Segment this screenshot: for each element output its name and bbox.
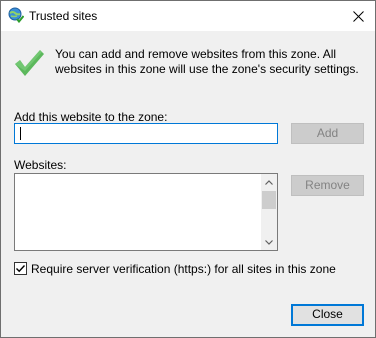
text-caret [20, 127, 21, 140]
info-text: You can add and remove websites from thi… [55, 47, 359, 76]
scroll-down-icon[interactable] [261, 234, 277, 250]
scroll-thumb[interactable] [262, 191, 276, 209]
https-verification-label[interactable]: Require server verification (https:) for… [31, 262, 336, 276]
remove-button[interactable]: Remove [291, 175, 364, 196]
green-checkmark-icon [13, 47, 45, 79]
scroll-up-icon[interactable] [261, 174, 277, 190]
websites-list[interactable] [14, 173, 278, 251]
https-verification-checkbox[interactable] [14, 262, 27, 275]
add-site-label: Add this website to the zone: [14, 110, 168, 124]
close-button[interactable]: Close [291, 304, 364, 326]
websites-scrollbar[interactable] [261, 174, 277, 250]
globe-check-icon [8, 7, 25, 24]
add-button[interactable]: Add [291, 123, 364, 144]
website-input[interactable] [14, 123, 278, 144]
checkmark-icon [16, 265, 26, 273]
trusted-sites-dialog: Trusted sites You can add and remove web… [0, 0, 376, 338]
close-icon[interactable] [341, 1, 375, 31]
websites-label: Websites: [14, 158, 67, 172]
window-title: Trusted sites [29, 9, 98, 23]
title-bar: Trusted sites [1, 1, 375, 31]
